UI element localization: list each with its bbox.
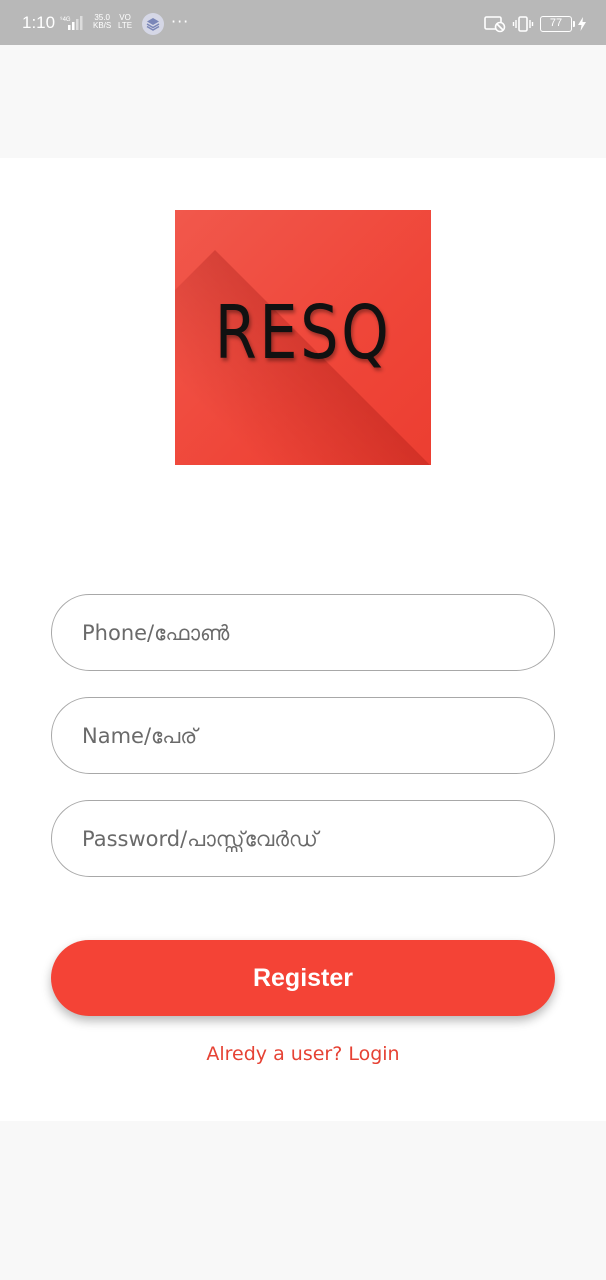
status-time: 1:10 <box>22 13 56 32</box>
network-speed: 35.0 KB/S <box>93 13 112 30</box>
svg-text:⁹4G: ⁹4G <box>60 16 71 23</box>
layers-icon <box>142 13 164 35</box>
logo-text: RESQ <box>214 290 392 376</box>
phone-input[interactable] <box>52 595 554 670</box>
name-field[interactable] <box>51 697 555 774</box>
status-bar: 1:10 ⁹4G 35.0 KB/S VO LTE ··· 77 <box>0 0 606 45</box>
login-link[interactable]: Alredy a user? Login <box>0 1043 606 1065</box>
register-button[interactable]: Register <box>51 940 555 1016</box>
notification-overflow-icon: ··· <box>171 12 190 31</box>
resq-logo: RESQ <box>175 210 431 465</box>
cast-off-icon <box>484 16 506 33</box>
vibrate-icon <box>512 16 534 32</box>
name-input[interactable] <box>52 698 554 773</box>
status-right-icons: 77 <box>484 13 586 35</box>
password-field[interactable] <box>51 800 555 877</box>
register-card: RESQ Register Alredy a user? Login <box>0 158 606 1121</box>
volte-indicator: VO LTE <box>118 13 133 30</box>
charging-icon <box>578 17 586 31</box>
battery-icon: 77 <box>540 16 575 32</box>
register-screen: 1:10 ⁹4G 35.0 KB/S VO LTE ··· 77 RESQ Ph… <box>0 0 606 1280</box>
password-input[interactable] <box>52 801 554 876</box>
phone-field[interactable] <box>51 594 555 671</box>
signal-4g-icon: ⁹4G <box>60 16 83 30</box>
